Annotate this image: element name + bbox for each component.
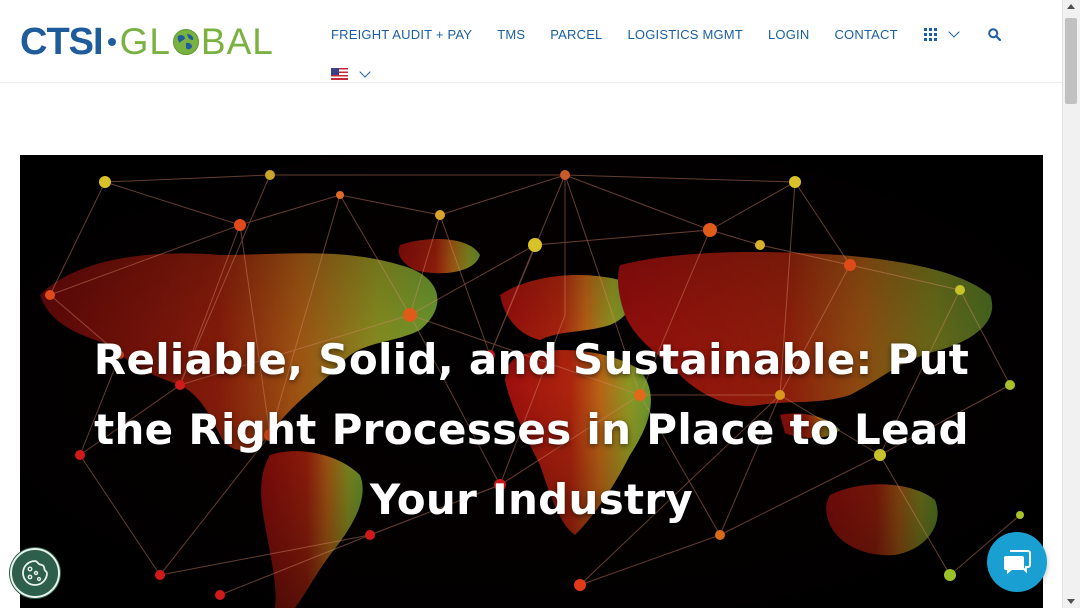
chevron-down-icon xyxy=(948,26,960,38)
grid-icon xyxy=(923,27,937,41)
nav-freight-audit-pay[interactable]: FREIGHT AUDIT + PAY xyxy=(331,27,472,42)
logo-global-text: GL BAL xyxy=(120,22,274,62)
ctsi-global-logo[interactable]: CTSI GL BAL xyxy=(20,21,274,63)
scroll-up-arrow-icon[interactable] xyxy=(1067,4,1075,9)
language-selector[interactable] xyxy=(331,66,371,80)
nav-parcel[interactable]: PARCEL xyxy=(550,27,602,42)
scroll-down-arrow-icon[interactable] xyxy=(1067,599,1075,604)
hero-banner: Reliable, Solid, and Sustainable: Put th… xyxy=(20,155,1043,608)
apps-menu-button[interactable] xyxy=(923,26,960,41)
logo-global-prefix: GL xyxy=(119,21,171,62)
site-header: CTSI GL BAL FREIGHT AUDIT + PAY TMS PARC… xyxy=(0,0,1063,83)
logo-global-suffix: BAL xyxy=(200,21,274,62)
search-button[interactable] xyxy=(987,27,1001,41)
hero-title: Reliable, Solid, and Sustainable: Put th… xyxy=(93,335,970,524)
page-scrollbar[interactable] xyxy=(1062,0,1080,608)
main-nav: FREIGHT AUDIT + PAY TMS PARCEL LOGISTICS… xyxy=(318,20,1001,48)
nav-logistics-mgmt[interactable]: LOGISTICS MGMT xyxy=(628,27,743,42)
search-icon xyxy=(987,27,1001,41)
chat-bubbles-icon xyxy=(1004,550,1031,574)
cookie-icon xyxy=(22,560,48,586)
nav-tms[interactable]: TMS xyxy=(497,27,525,42)
chevron-down-icon xyxy=(359,66,371,78)
scroll-thumb[interactable] xyxy=(1065,18,1077,104)
nav-login[interactable]: LOGIN xyxy=(768,27,809,42)
globe-icon xyxy=(172,29,199,55)
us-flag-icon xyxy=(331,68,348,80)
chat-button[interactable] xyxy=(987,532,1047,592)
nav-contact[interactable]: CONTACT xyxy=(834,27,897,42)
logo-dot xyxy=(107,38,116,46)
logo-ctsi-text: CTSI xyxy=(20,21,104,63)
page: CTSI GL BAL FREIGHT AUDIT + PAY TMS PARC… xyxy=(0,0,1080,608)
cookie-settings-button[interactable] xyxy=(10,548,60,598)
